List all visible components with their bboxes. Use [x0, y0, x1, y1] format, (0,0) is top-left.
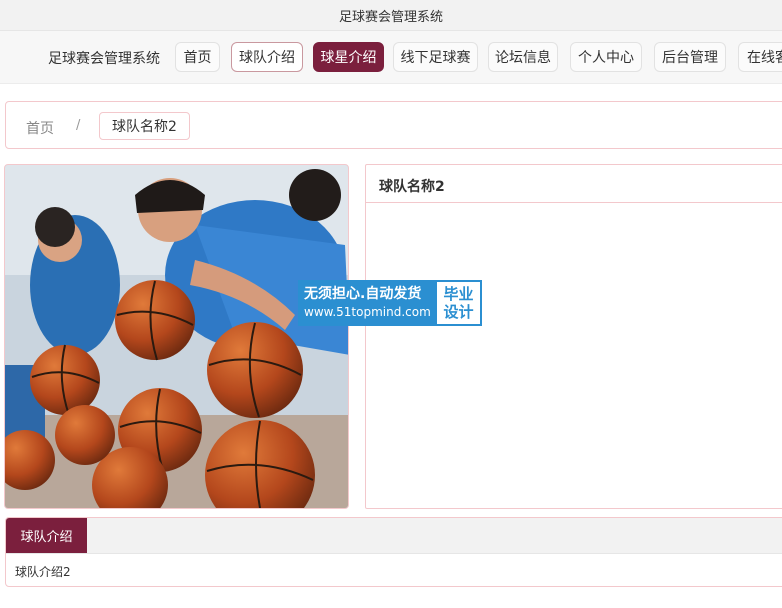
watermark-stamp: 毕业 设计: [435, 280, 482, 326]
team-intro-content: 球队介绍2: [15, 565, 71, 579]
watermark-badge: 无须担心.自动发货 www.51topmind.com 毕业 设计: [298, 280, 482, 326]
window-titlebar: 足球赛会管理系统: [0, 0, 782, 31]
nav-admin[interactable]: 后台管理: [654, 42, 726, 72]
nav-online[interactable]: 在线客: [738, 42, 782, 72]
team-info-panel: 球队名称2: [365, 164, 782, 509]
team-intro-panel: 球队介绍 球队介绍2: [5, 517, 782, 587]
tab-team-intro[interactable]: 球队介绍: [6, 518, 87, 553]
breadcrumb-home[interactable]: 首页: [26, 118, 54, 138]
watermark-stamp-line2: 设计: [443, 303, 474, 321]
team-name-heading: 球队名称2: [366, 165, 782, 203]
nav-profile[interactable]: 个人中心: [570, 42, 642, 72]
intro-tabbar: 球队介绍: [6, 518, 782, 554]
nav-forum[interactable]: 论坛信息: [488, 42, 558, 72]
nav-star-intro[interactable]: 球星介绍: [313, 42, 384, 72]
nav-home[interactable]: 首页: [175, 42, 220, 72]
breadcrumb-current: 球队名称2: [99, 112, 190, 140]
watermark-line2: www.51topmind.com: [304, 305, 431, 319]
window-title: 足球赛会管理系统: [338, 9, 443, 25]
team-photo: [4, 164, 349, 509]
site-brand[interactable]: 足球赛会管理系统: [48, 48, 160, 68]
watermark-text-block: 无须担心.自动发货 www.51topmind.com: [298, 280, 435, 326]
nav-offline-match[interactable]: 线下足球赛: [393, 42, 478, 72]
breadcrumb-separator: /: [76, 118, 81, 133]
nav-team-intro[interactable]: 球队介绍: [231, 42, 303, 72]
breadcrumb: 首页 / 球队名称2: [5, 101, 782, 149]
watermark-line1: 无须担心.自动发货: [304, 286, 422, 302]
watermark-stamp-line1: 毕业: [443, 285, 474, 303]
top-navbar: 足球赛会管理系统 首页 球队介绍 球星介绍 线下足球赛 论坛信息 个人中心 后台…: [0, 31, 782, 84]
basketball-training-photo-icon: [5, 165, 348, 508]
